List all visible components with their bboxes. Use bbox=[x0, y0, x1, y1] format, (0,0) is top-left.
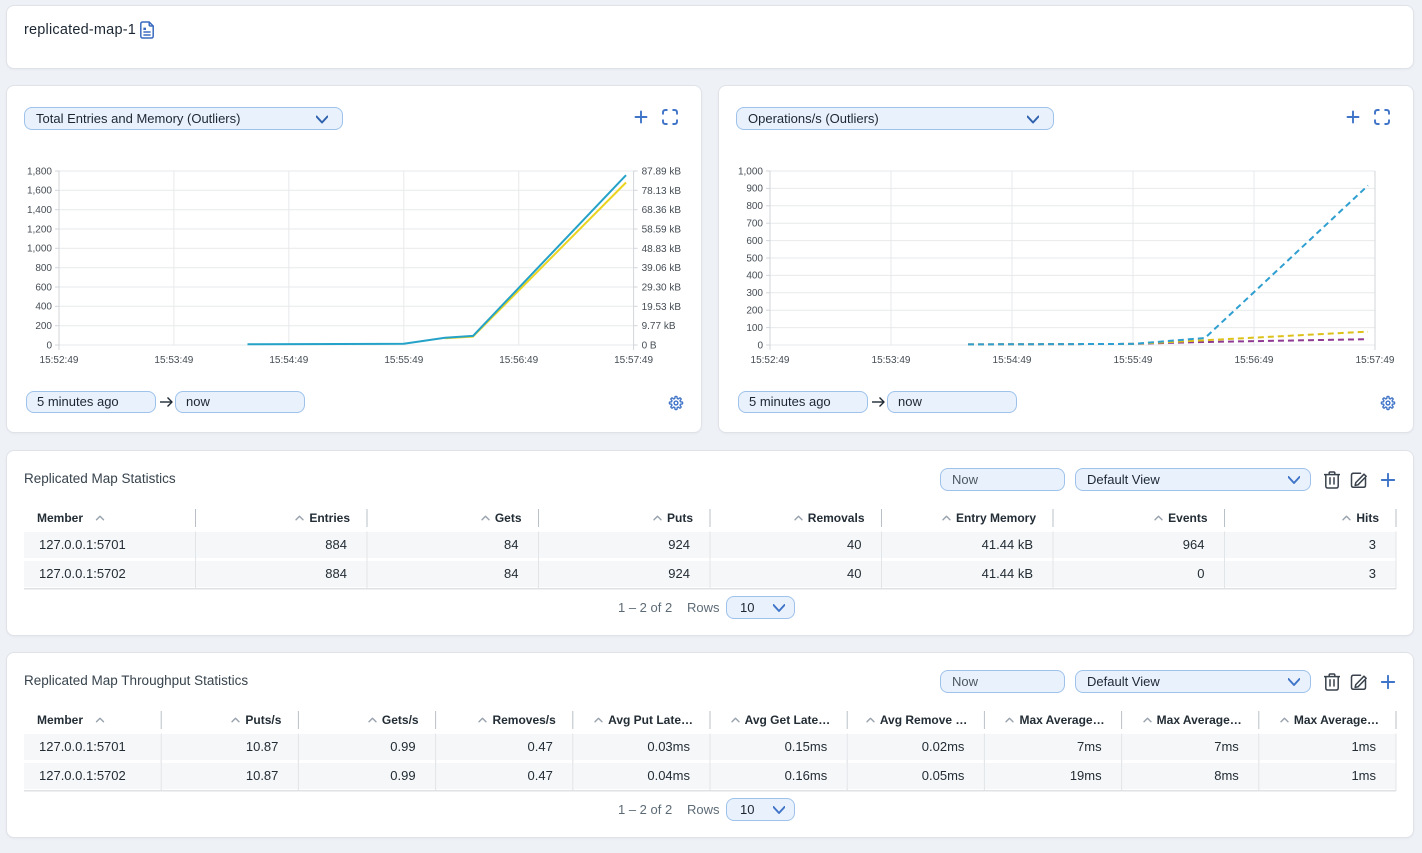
svg-text:9.77 kB: 9.77 kB bbox=[642, 321, 676, 332]
svg-text:48.83 kB: 48.83 kB bbox=[642, 244, 682, 255]
svg-text:15:53:49: 15:53:49 bbox=[872, 355, 911, 366]
svg-text:1,600: 1,600 bbox=[27, 186, 52, 197]
svg-text:1,000: 1,000 bbox=[27, 244, 52, 255]
svg-text:600: 600 bbox=[35, 282, 52, 293]
svg-text:600: 600 bbox=[746, 236, 763, 247]
svg-text:15:57:49: 15:57:49 bbox=[1356, 355, 1395, 366]
svg-text:15:54:49: 15:54:49 bbox=[993, 355, 1032, 366]
svg-text:1,000: 1,000 bbox=[738, 166, 763, 177]
svg-text:1,400: 1,400 bbox=[27, 205, 52, 216]
svg-text:300: 300 bbox=[746, 288, 763, 299]
svg-text:15:53:49: 15:53:49 bbox=[154, 355, 193, 366]
svg-text:15:56:49: 15:56:49 bbox=[499, 355, 538, 366]
svg-text:400: 400 bbox=[746, 271, 763, 282]
svg-text:800: 800 bbox=[35, 263, 52, 274]
svg-text:1,200: 1,200 bbox=[27, 224, 52, 235]
svg-text:78.13 kB: 78.13 kB bbox=[642, 186, 682, 197]
svg-text:0 B: 0 B bbox=[642, 341, 657, 352]
svg-text:15:55:49: 15:55:49 bbox=[384, 355, 423, 366]
svg-text:15:54:49: 15:54:49 bbox=[269, 355, 308, 366]
svg-text:0: 0 bbox=[757, 340, 763, 351]
svg-text:58.59 kB: 58.59 kB bbox=[642, 225, 682, 236]
svg-text:200: 200 bbox=[35, 321, 52, 332]
svg-text:39.06 kB: 39.06 kB bbox=[642, 263, 682, 274]
svg-text:200: 200 bbox=[746, 306, 763, 317]
svg-text:700: 700 bbox=[746, 219, 763, 230]
svg-text:68.36 kB: 68.36 kB bbox=[642, 205, 682, 216]
svg-text:15:52:49: 15:52:49 bbox=[751, 355, 790, 366]
svg-text:1,800: 1,800 bbox=[27, 166, 52, 177]
svg-text:15:55:49: 15:55:49 bbox=[1114, 355, 1153, 366]
svg-text:800: 800 bbox=[746, 201, 763, 212]
svg-text:19.53 kB: 19.53 kB bbox=[642, 302, 682, 313]
svg-text:29.30 kB: 29.30 kB bbox=[642, 283, 682, 294]
svg-text:15:57:49: 15:57:49 bbox=[614, 355, 653, 366]
svg-text:87.89 kB: 87.89 kB bbox=[642, 167, 682, 178]
svg-text:15:52:49: 15:52:49 bbox=[40, 355, 79, 366]
svg-text:400: 400 bbox=[35, 302, 52, 313]
svg-text:500: 500 bbox=[746, 253, 763, 264]
svg-text:100: 100 bbox=[746, 323, 763, 334]
svg-text:15:56:49: 15:56:49 bbox=[1235, 355, 1274, 366]
svg-text:0: 0 bbox=[46, 340, 52, 351]
svg-text:900: 900 bbox=[746, 184, 763, 195]
